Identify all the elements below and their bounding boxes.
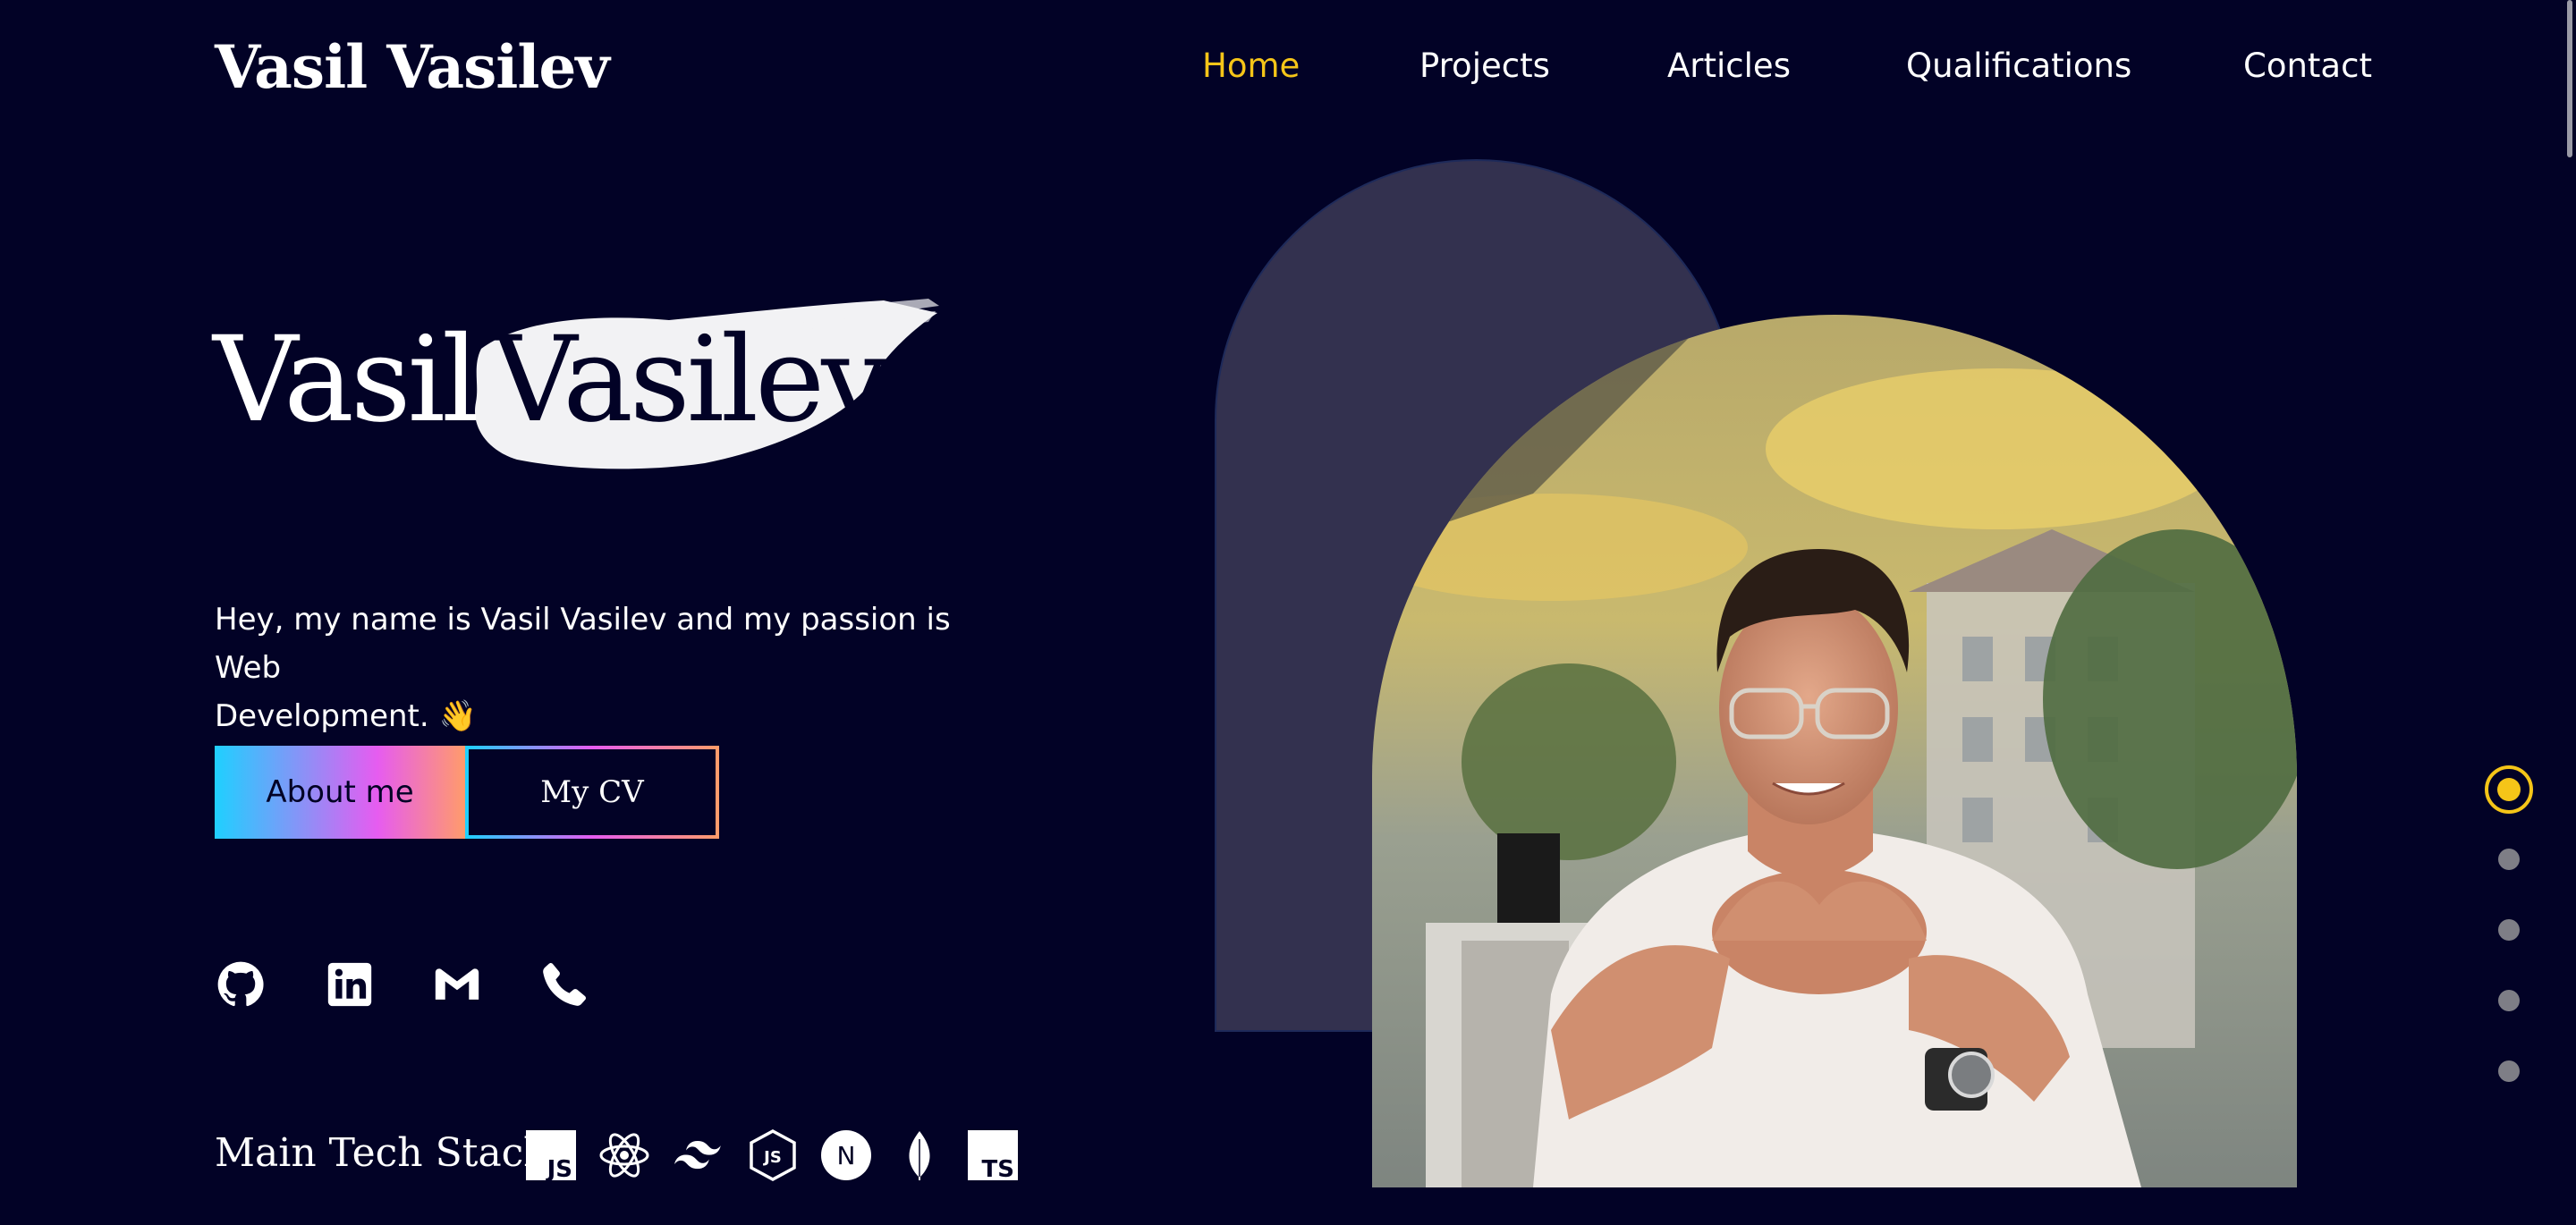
- phone-icon: [543, 963, 586, 1006]
- gmail-link[interactable]: [431, 959, 483, 1010]
- github-icon: [217, 961, 264, 1007]
- svg-text:JS: JS: [546, 1156, 572, 1182]
- site-logo[interactable]: Vasil Vasilev: [215, 32, 610, 102]
- react-icon: [597, 1128, 651, 1182]
- about-me-button[interactable]: About me: [215, 746, 465, 839]
- tailwind-icon: [671, 1128, 724, 1182]
- section-dot-3[interactable]: [2498, 919, 2520, 941]
- intro-text: Hey, my name is Vasil Vasilev and my pas…: [215, 596, 1002, 740]
- intro-line-2: Development. 👋: [215, 698, 477, 734]
- hero-last-name: Vasilev: [492, 311, 888, 449]
- linkedin-link[interactable]: [324, 959, 376, 1010]
- svg-text:N: N: [837, 1141, 856, 1170]
- profile-photo: [1372, 315, 2297, 1187]
- section-dot-4[interactable]: [2498, 990, 2520, 1011]
- section-dot-1[interactable]: [2485, 765, 2533, 814]
- nav-qualifications[interactable]: Qualifications: [1906, 46, 2131, 85]
- mongodb-icon: [893, 1128, 946, 1182]
- phone-link[interactable]: [538, 959, 590, 1010]
- section-dot-2[interactable]: [2498, 849, 2520, 870]
- svg-text:TS: TS: [982, 1156, 1014, 1182]
- section-dot-5[interactable]: [2498, 1060, 2520, 1082]
- javascript-icon: JS: [524, 1128, 578, 1182]
- nav-home[interactable]: Home: [1202, 46, 1300, 85]
- section-navigation-dots: [2485, 765, 2533, 1087]
- my-cv-button[interactable]: My CV: [465, 746, 719, 839]
- github-link[interactable]: [215, 959, 267, 1010]
- hero-first-name: Vasil: [213, 311, 479, 449]
- linkedin-icon: [327, 962, 372, 1007]
- page-scrollbar[interactable]: [2567, 0, 2572, 157]
- typescript-icon: TS: [966, 1128, 1020, 1182]
- gmail-icon: [435, 968, 479, 1000]
- tech-stack-label: Main Tech Stack: [215, 1130, 547, 1176]
- svg-text:JS: JS: [762, 1148, 782, 1167]
- nav-articles[interactable]: Articles: [1667, 46, 1791, 85]
- nav-contact[interactable]: Contact: [2243, 46, 2372, 85]
- nodejs-icon: JS: [746, 1128, 800, 1182]
- nextjs-icon: N: [819, 1128, 873, 1182]
- intro-line-1: Hey, my name is Vasil Vasilev and my pas…: [215, 602, 951, 686]
- nav-projects[interactable]: Projects: [1419, 46, 1550, 85]
